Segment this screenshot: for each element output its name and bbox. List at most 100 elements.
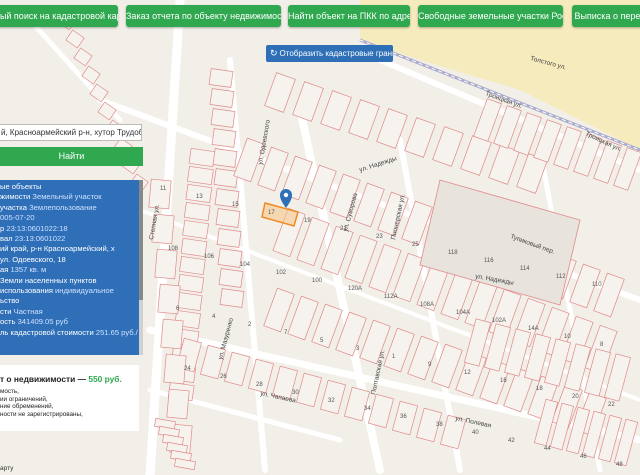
order-price: 550 руб. — [88, 374, 122, 384]
parcel — [212, 148, 238, 168]
info-row-label: ль кадастровой стоимости — [0, 327, 94, 337]
parcel-number: 108А — [420, 302, 434, 308]
info-row-value: 251.65 руб./ — [93, 327, 138, 337]
transfer-extract-button[interactable]: Выписка о перехо — [572, 5, 640, 27]
parcel-number: 23 — [376, 234, 383, 240]
info-row: р 23:13:0601022:18 — [0, 224, 139, 234]
parcel — [213, 168, 239, 188]
parcel-number: 11 — [160, 186, 167, 192]
parcel — [148, 178, 172, 210]
parcel-number: 102 — [276, 270, 287, 276]
info-row-value: 005-07-20 — [0, 213, 35, 223]
parcel-number: 24 — [184, 366, 191, 372]
parcel-number: 110 — [592, 282, 602, 288]
parcel-number: 12 — [464, 370, 471, 376]
cadastral-search-button[interactable]: нный поиск на кадастровой карте — [0, 5, 118, 27]
scrollbar-thumb[interactable] — [139, 180, 143, 300]
parcel-number: 16 — [500, 378, 507, 384]
find-button[interactable]: Найти — [0, 147, 143, 166]
parcel-number: 34 — [364, 406, 371, 412]
order-line: ии ограничений, — [0, 395, 48, 403]
parcel-number: 21 — [340, 226, 347, 232]
parcel-number: 19 — [304, 218, 311, 224]
info-row: 005-07-20 — [0, 213, 139, 223]
parcel — [188, 148, 216, 167]
info-row-value: 23:13:0601022:18 — [4, 223, 68, 233]
info-row-value: 341409.05 руб — [15, 317, 68, 327]
info-row: ьство — [0, 296, 139, 306]
info-row-value: Частная — [11, 306, 43, 316]
parcel-number: 102А — [492, 318, 506, 324]
info-row: ые объекты — [0, 182, 139, 192]
parcel — [154, 248, 178, 280]
info-row: ул. Одоевского, 18 — [0, 255, 139, 265]
free-land-plots-button[interactable]: Свободные земельные участки России — [418, 5, 563, 27]
parcel — [182, 220, 209, 239]
parcel-number: 46 — [580, 454, 587, 460]
order-line: ности не зарегистрированы, — [0, 411, 83, 419]
parcel-number: 15 — [232, 202, 239, 208]
parcel-number: 104А — [456, 310, 470, 316]
info-row: жимости Земельный участок — [0, 192, 139, 202]
object-info-panel: ые объекты жимости Земельный участок участ… — [0, 180, 139, 355]
parcel — [175, 292, 203, 311]
info-row-label: ий край, р-н Красноармейский, х — [0, 244, 115, 254]
address-search-input[interactable] — [0, 124, 142, 141]
parcel-number: 108 — [168, 246, 179, 252]
parcel — [166, 388, 190, 420]
refresh-icon: ↻ — [270, 48, 278, 58]
parcel-number: 30 — [292, 390, 299, 396]
order-report-button[interactable]: Заказ отчета по объекту недвижимости — [126, 5, 281, 27]
parcel-number: 100 — [312, 278, 323, 284]
parcel — [187, 166, 214, 185]
parcel — [218, 268, 244, 288]
parcel-number: 38 — [436, 422, 443, 428]
parcel — [163, 353, 187, 385]
parcel — [208, 68, 234, 88]
info-row-label: ость — [0, 317, 16, 327]
parcel-number: 17 — [268, 210, 275, 216]
parcel-number: 22 — [608, 402, 615, 408]
info-row: участка Землепользование — [0, 203, 139, 213]
parcel-number: 104 — [240, 262, 251, 268]
parcel-number: 32 — [328, 398, 335, 404]
parcel-number: 36 — [400, 414, 407, 420]
info-row-value: Земельный участок — [30, 192, 102, 202]
parcel — [209, 88, 235, 108]
parcel-number: 112А — [384, 294, 398, 300]
parcel-number: 13 — [196, 194, 203, 200]
find-by-address-button[interactable]: Найти объект на ПКК по адресу — [288, 5, 410, 27]
info-row-label: участка — [0, 202, 27, 212]
info-row-label: жимости — [0, 192, 31, 202]
info-row-label: сти — [0, 306, 12, 316]
parcel — [216, 228, 242, 248]
toggle-borders-label: Отобразить кадастровые границы — [279, 49, 393, 58]
order-title: т о недвижимости — 550 руб. — [0, 374, 122, 384]
parcel-number: 10 — [564, 334, 571, 340]
parcel-number: 42 — [508, 438, 515, 444]
parcel-number: 118 — [448, 250, 458, 256]
info-row-value: 23:13:0601022 — [12, 234, 66, 244]
info-row-value: 1357 кв. м — [8, 265, 47, 275]
parcel-number: 116 — [484, 258, 494, 264]
info-row-label: Земли населенных пунктов — [0, 275, 97, 285]
parcel-number: 26 — [220, 374, 227, 380]
order-line: мость, — [0, 387, 19, 395]
parcel-number: 14А — [528, 326, 539, 332]
info-row: ль кадастровой стоимости 251.65 руб./ — [0, 328, 139, 338]
parcel-number: 18 — [536, 386, 543, 392]
toggle-cadastral-borders-button[interactable]: ↻Отобразить кадастровые границы — [266, 45, 393, 62]
info-row: ая 1357 кв. м — [0, 265, 139, 275]
parcel-number: 28 — [256, 382, 263, 388]
parcel-number: 44 — [544, 446, 551, 452]
info-row: ость 341409.05 руб — [0, 317, 139, 327]
info-row: использования индивидуальное — [0, 286, 139, 296]
info-scrollbar[interactable] — [139, 180, 143, 355]
parcel-number: 48 — [616, 462, 623, 468]
parcel — [219, 288, 245, 308]
parcel — [215, 208, 241, 228]
parcel-number: 20 — [572, 394, 579, 400]
info-row-label: вал — [0, 234, 13, 244]
info-row-label: ул. Одоевского, 18 — [0, 254, 66, 264]
info-row-value: индивидуальное — [52, 286, 114, 296]
